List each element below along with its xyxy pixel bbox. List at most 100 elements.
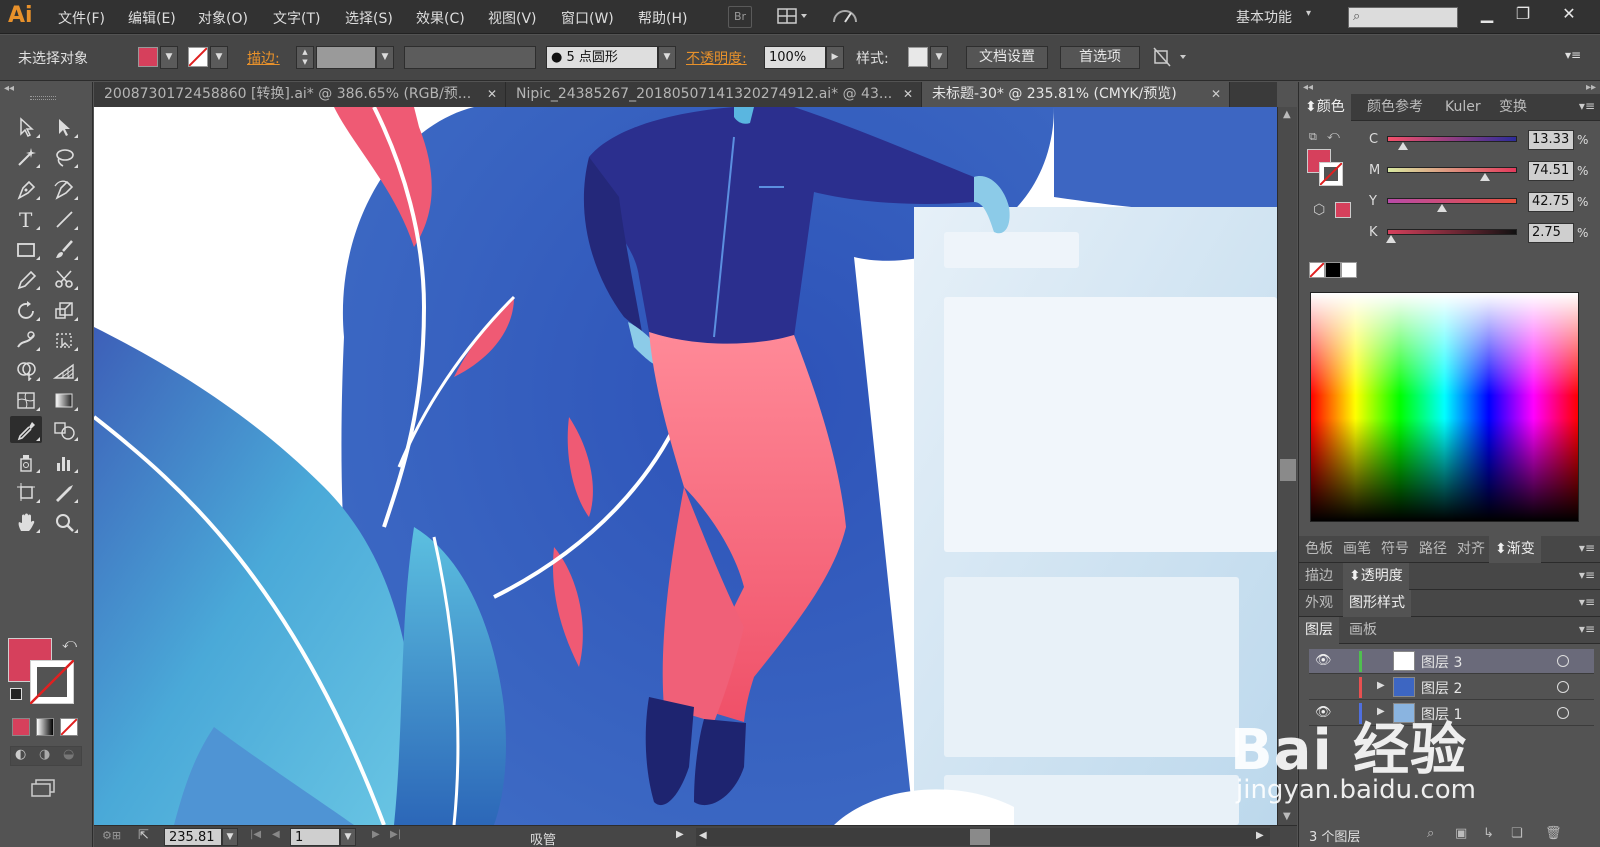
gradient-mode-button[interactable] (36, 718, 54, 736)
line-segment-tool-button[interactable] (48, 205, 80, 232)
menu-object[interactable]: 对象(O) (198, 8, 248, 28)
channel-slider-track[interactable] (1387, 229, 1517, 235)
channel-value-field[interactable]: 42.75 (1528, 192, 1574, 212)
fill-dropdown-caret[interactable]: ▼ (160, 46, 178, 69)
layers-panel-menu-icon[interactable]: ▾≡ (1579, 622, 1595, 636)
channel-slider-track[interactable] (1387, 198, 1517, 204)
none-mode-button[interactable] (60, 718, 78, 736)
artboard-dropdown-caret[interactable]: ▼ (340, 828, 356, 846)
close-window-button[interactable]: ✕ (1554, 3, 1584, 25)
layer-row-1[interactable]: 👁 ▶ 图层 1 (1309, 701, 1594, 726)
blend-tool-button[interactable] (48, 416, 80, 443)
rotate-tool-button[interactable] (10, 296, 42, 323)
tab-graphic-styles[interactable]: 图形样式 (1343, 590, 1411, 617)
layer-row-2[interactable]: ▶ 图层 2 (1309, 675, 1594, 700)
stroke-weight-stepper[interactable]: ▲ ▼ (296, 46, 314, 69)
previous-artboard-icon[interactable]: ◀ (272, 829, 280, 840)
screen-mode-icon[interactable] (30, 778, 58, 798)
clipping-mask-icon[interactable]: ▣ (1455, 826, 1467, 841)
new-sublayer-icon[interactable]: ↳ (1483, 826, 1494, 841)
tab-appearance[interactable]: 外观 (1299, 590, 1339, 617)
artboard-tool-button[interactable] (10, 478, 42, 505)
tab-pathfinder[interactable]: 路径 (1413, 536, 1453, 563)
stroke-panel-link[interactable]: 描边: (247, 48, 280, 68)
close-tab-icon[interactable]: ✕ (903, 82, 913, 107)
hand-tool-button[interactable] (10, 508, 42, 535)
share-icon[interactable]: ⇱ (138, 828, 149, 843)
eyedropper-tool-button[interactable] (10, 416, 42, 443)
channel-value-field[interactable]: 74.51 (1528, 161, 1574, 181)
drawing-modes[interactable]: ◐ ◑ ◒ (10, 746, 82, 766)
visibility-eye-icon[interactable]: 👁 (1315, 705, 1332, 720)
menu-effect[interactable]: 效果(C) (416, 8, 465, 28)
slice-tool-button[interactable] (48, 478, 80, 505)
pencil-tool-button[interactable] (10, 265, 42, 292)
menu-view[interactable]: 视图(V) (488, 8, 537, 28)
dock-collapse-icon[interactable]: ◂◂ (1303, 82, 1313, 93)
channel-slider-knob[interactable] (1437, 204, 1447, 212)
document-tab-1[interactable]: 2008730172458860 [转换].ai* @ 386.65% (RGB… (94, 82, 506, 107)
free-transform-tool-button[interactable] (48, 326, 80, 353)
graphic-style-caret[interactable]: ▼ (930, 46, 948, 69)
stroke-color-swatch[interactable] (188, 47, 208, 67)
layer-name[interactable]: 图层 1 (1421, 704, 1462, 724)
scroll-up-icon[interactable]: ▲ (1283, 109, 1291, 120)
delete-layer-icon[interactable]: 🗑 (1545, 826, 1562, 841)
draw-behind-icon[interactable]: ◑ (39, 747, 50, 762)
channel-slider-knob[interactable] (1386, 235, 1396, 243)
closest-in-gamut-swatch[interactable] (1335, 202, 1351, 218)
tab-kuler[interactable]: Kuler (1439, 94, 1487, 121)
zoom-level-field[interactable]: 235.81 (164, 828, 222, 846)
menu-type[interactable]: 文字(T) (273, 8, 320, 28)
channel-value-field[interactable]: 13.33 (1528, 130, 1574, 150)
isolate-mode-icon[interactable] (1152, 46, 1192, 72)
paintbrush-tool-button[interactable] (48, 235, 80, 262)
dock-expand-icon[interactable]: ▸▸ (1586, 82, 1596, 93)
swap-colors-icon[interactable]: ⤺ (1327, 128, 1340, 143)
workspace-switcher[interactable]: 基本功能 (1236, 7, 1292, 27)
warp-tool-button[interactable] (10, 326, 42, 353)
layer-name[interactable]: 图层 3 (1421, 652, 1462, 672)
channel-slider-knob[interactable] (1398, 142, 1408, 150)
black-color-swatch[interactable] (1325, 262, 1341, 278)
tab-brushes[interactable]: 画笔 (1337, 536, 1377, 563)
mesh-tool-button[interactable] (10, 386, 42, 413)
tab-color[interactable]: ⬍颜色 (1299, 94, 1351, 121)
last-artboard-icon[interactable]: ▶| (390, 829, 401, 840)
none-color-swatch[interactable] (1309, 262, 1325, 278)
layer-target-icon[interactable] (1557, 681, 1569, 693)
tab-transparency[interactable]: ⬍透明度 (1343, 563, 1409, 590)
bridge-icon[interactable]: Br (728, 6, 752, 28)
menu-help[interactable]: 帮助(H) (638, 8, 687, 28)
white-color-swatch[interactable] (1341, 262, 1357, 278)
tab-artboards[interactable]: 画板 (1343, 617, 1383, 644)
layer-target-icon[interactable] (1557, 707, 1569, 719)
collapse-panel-icon[interactable]: ◂◂ (4, 83, 14, 94)
swatches-panel-menu-icon[interactable]: ▾≡ (1579, 541, 1595, 555)
tab-layers[interactable]: 图层 (1299, 617, 1339, 644)
default-fill-stroke-icon[interactable] (10, 688, 22, 700)
brush-definition-field[interactable]: ● 5 点圆形 (546, 46, 658, 69)
menu-edit[interactable]: 编辑(E) (128, 8, 176, 28)
vertical-scroll-thumb[interactable] (1280, 459, 1296, 481)
brush-dropdown-caret[interactable]: ▼ (658, 46, 676, 69)
lasso-tool-button[interactable] (48, 143, 80, 170)
tab-symbols[interactable]: 符号 (1375, 536, 1415, 563)
close-tab-icon[interactable]: ✕ (487, 82, 497, 107)
preferences-button[interactable]: 首选项 (1060, 46, 1140, 69)
swap-fill-stroke-icon[interactable]: ⤺ (62, 636, 77, 652)
first-artboard-icon[interactable]: |◀ (250, 829, 261, 840)
close-tab-icon[interactable]: ✕ (1211, 82, 1221, 107)
column-graph-tool-button[interactable] (48, 448, 80, 475)
shape-builder-tool-button[interactable] (10, 356, 42, 383)
variable-width-profile[interactable] (404, 46, 536, 69)
document-setup-button[interactable]: 文档设置 (966, 46, 1048, 69)
stroke-panel-menu-icon[interactable]: ▾≡ (1579, 568, 1595, 582)
next-artboard-icon[interactable]: ▶ (372, 829, 380, 840)
stroke-dropdown-caret[interactable]: ▼ (210, 46, 228, 69)
workspace-caret-icon[interactable]: ▾ (1306, 8, 1311, 19)
tab-gradient[interactable]: ⬍渐变 (1489, 536, 1541, 563)
visibility-eye-icon[interactable]: 👁 (1315, 653, 1332, 668)
panel-grip[interactable] (30, 96, 56, 100)
stroke-weight-caret[interactable]: ▼ (376, 46, 394, 69)
